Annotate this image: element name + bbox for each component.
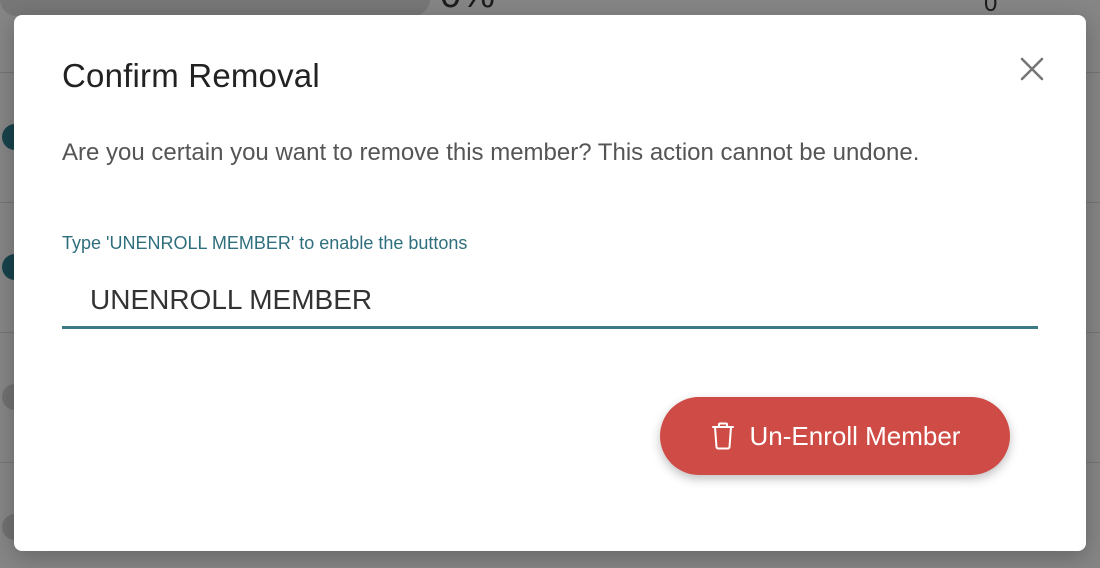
close-button[interactable]	[1014, 51, 1050, 87]
unenroll-member-button[interactable]: Un-Enroll Member	[660, 397, 1010, 475]
close-icon	[1014, 51, 1050, 87]
unenroll-button-label: Un-Enroll Member	[749, 420, 961, 451]
dialog-message: Are you certain you want to remove this …	[62, 139, 920, 166]
confirm-removal-dialog: Confirm Removal Are you certain you want…	[14, 15, 1086, 551]
confirm-text-input[interactable]	[62, 273, 1038, 329]
trash-icon	[710, 421, 736, 451]
confirm-field-label: Type 'UNENROLL MEMBER' to enable the but…	[62, 233, 468, 253]
dialog-title: Confirm Removal	[62, 57, 320, 94]
